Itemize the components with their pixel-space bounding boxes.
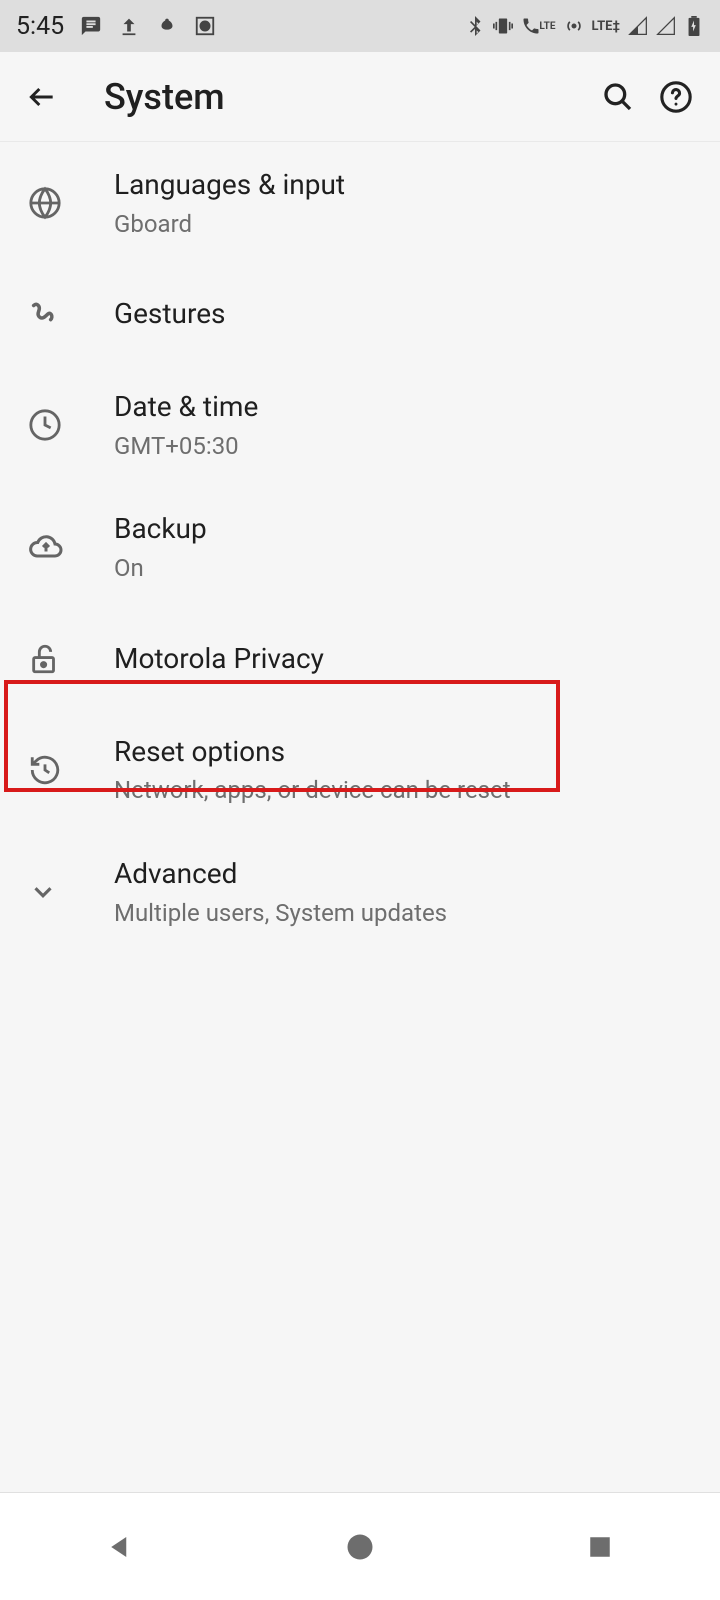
item-advanced[interactable]: Advanced Multiple users, System updates xyxy=(0,831,720,953)
back-button[interactable] xyxy=(20,75,64,119)
cloud-upload-icon xyxy=(28,529,84,565)
upload-icon xyxy=(118,15,140,37)
chevron-down-icon xyxy=(28,877,84,907)
signal-icon-2 xyxy=(656,16,676,36)
vibrate-icon xyxy=(493,16,513,36)
item-backup[interactable]: Backup On xyxy=(0,486,720,608)
globe-icon xyxy=(28,186,84,220)
nav-back-button[interactable] xyxy=(80,1517,160,1577)
setting-title: Date & time xyxy=(114,388,258,426)
setting-subtitle: Network, apps, or device can be reset xyxy=(114,774,511,806)
battery-charging-icon xyxy=(684,16,704,36)
hotspot-icon xyxy=(564,16,584,36)
message-icon xyxy=(80,15,102,37)
item-languages-input[interactable]: Languages & input Gboard xyxy=(0,142,720,264)
setting-title: Motorola Privacy xyxy=(114,640,324,678)
clock-icon xyxy=(28,408,84,442)
setting-subtitle: Multiple users, System updates xyxy=(114,897,447,929)
lte-indicator: LTE‡ xyxy=(592,19,621,34)
bluetooth-icon xyxy=(465,16,485,36)
setting-subtitle: On xyxy=(114,552,207,584)
item-date-time[interactable]: Date & time GMT+05:30 xyxy=(0,364,720,486)
setting-title: Reset options xyxy=(114,733,511,771)
settings-list: Languages & input Gboard Gestures Date &… xyxy=(0,142,720,953)
status-time: 5:45 xyxy=(16,12,64,41)
volte-icon: LTE xyxy=(521,16,555,36)
page-title: System xyxy=(104,76,584,118)
signal-icon-1 xyxy=(628,16,648,36)
restore-icon xyxy=(28,753,84,787)
screenshot-icon xyxy=(194,15,216,37)
navigation-bar xyxy=(0,1492,720,1600)
search-button[interactable] xyxy=(594,73,642,121)
status-bar: 5:45 LTE LTE‡ xyxy=(0,0,720,52)
gesture-icon xyxy=(28,297,84,331)
setting-title: Backup xyxy=(114,510,207,548)
app-bar: System xyxy=(0,52,720,142)
item-motorola-privacy[interactable]: Motorola Privacy xyxy=(0,609,720,709)
help-button[interactable] xyxy=(652,73,700,121)
item-gestures[interactable]: Gestures xyxy=(0,264,720,364)
setting-subtitle: GMT+05:30 xyxy=(114,430,258,462)
setting-title: Advanced xyxy=(114,855,447,893)
unlock-icon xyxy=(28,642,84,676)
status-left: 5:45 xyxy=(16,12,216,41)
setting-title: Gestures xyxy=(114,295,226,333)
app-icon xyxy=(156,15,178,37)
item-reset-options[interactable]: Reset options Network, apps, or device c… xyxy=(0,709,720,831)
status-right: LTE LTE‡ xyxy=(465,16,704,36)
setting-title: Languages & input xyxy=(114,166,345,204)
nav-home-button[interactable] xyxy=(320,1517,400,1577)
nav-recent-button[interactable] xyxy=(560,1517,640,1577)
setting-subtitle: Gboard xyxy=(114,208,345,240)
